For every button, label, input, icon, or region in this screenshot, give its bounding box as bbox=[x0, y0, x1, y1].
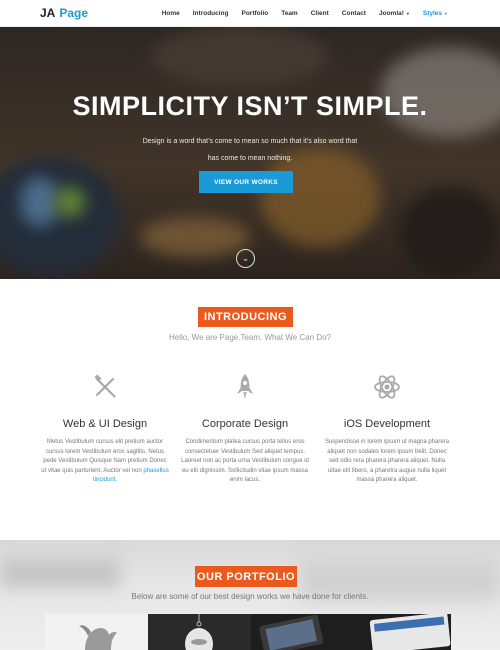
hero-title: SIMPLICITY ISN’T SIMPLE. bbox=[72, 91, 428, 121]
service-title: Web & UI Design bbox=[62, 418, 148, 430]
nav-home[interactable]: Home bbox=[162, 10, 180, 17]
devices-illustration bbox=[259, 614, 451, 650]
view-works-button[interactable]: VIEW OUR WORKS bbox=[199, 171, 293, 193]
nav-joomla-label: Joomla! bbox=[378, 10, 404, 17]
chevron-down-icon: ▼ bbox=[405, 11, 410, 16]
service-title: iOS Development bbox=[343, 418, 431, 430]
logo-text-page: Page bbox=[59, 6, 89, 20]
nav-joomla[interactable]: Joomla! ▼ bbox=[379, 10, 410, 17]
intro-subtitle: Hello, We are Page.Team. What We Can Do? bbox=[169, 333, 331, 342]
service-text: Condimentum platea cursus porta tellus e… bbox=[181, 439, 309, 483]
nav-team[interactable]: Team bbox=[281, 10, 298, 17]
service-web-ui: Web & UI Design Metus Vestibulum cursus … bbox=[40, 372, 170, 486]
site-logo[interactable]: JA Page bbox=[40, 6, 88, 20]
chevron-down-icon: ⌄ bbox=[241, 253, 250, 263]
portfolio-thumbnail[interactable] bbox=[45, 614, 148, 650]
service-corporate: Corporate Design Condimentum platea curs… bbox=[180, 372, 310, 486]
service-text: Metus Vestibulum cursus elit pretium auc… bbox=[40, 438, 170, 486]
nav-contact[interactable]: Contact bbox=[342, 10, 366, 17]
nav-styles[interactable]: Styles ▼ bbox=[423, 10, 448, 17]
main-nav: Home Introducing Portfolio Team Client C… bbox=[149, 0, 448, 27]
portfolio-thumbnail[interactable] bbox=[251, 614, 451, 650]
portfolio-thumbnail[interactable] bbox=[148, 614, 251, 650]
atom-icon bbox=[322, 372, 452, 402]
tools-icon bbox=[40, 372, 170, 402]
hero-description: Design is a word that’s come to mean so … bbox=[142, 138, 358, 162]
chevron-down-icon: ▼ bbox=[444, 11, 448, 16]
portfolio-section-label: OUR PORTFOLIO bbox=[195, 566, 297, 587]
service-title: Corporate Design bbox=[201, 418, 289, 430]
nav-portfolio[interactable]: Portfolio bbox=[242, 10, 269, 17]
bird-illustration bbox=[79, 625, 117, 650]
logo-text-ja: JA bbox=[40, 6, 56, 20]
service-text: Suspendisse in lorem ipsum ut magna phar… bbox=[324, 439, 450, 483]
nav-styles-label: Styles bbox=[422, 10, 443, 17]
portfolio-bg-shape bbox=[0, 558, 120, 588]
site-header: JA Page Home Introducing Portfolio Team … bbox=[0, 0, 500, 27]
scroll-down-button[interactable]: ⌄ bbox=[236, 249, 255, 268]
intro-section-label: INTRODUCING bbox=[198, 307, 293, 327]
rocket-icon bbox=[180, 372, 310, 402]
hanging-bulb-illustration bbox=[185, 614, 213, 650]
nav-introducing[interactable]: Introducing bbox=[193, 10, 229, 17]
portfolio-subtitle: Below are some of our best design works … bbox=[131, 592, 369, 601]
service-ios: iOS Development Suspendisse in lorem ips… bbox=[322, 372, 452, 486]
hero-banner: SIMPLICITY ISN’T SIMPLE. Design is a wor… bbox=[0, 27, 500, 279]
nav-client[interactable]: Client bbox=[311, 10, 329, 17]
